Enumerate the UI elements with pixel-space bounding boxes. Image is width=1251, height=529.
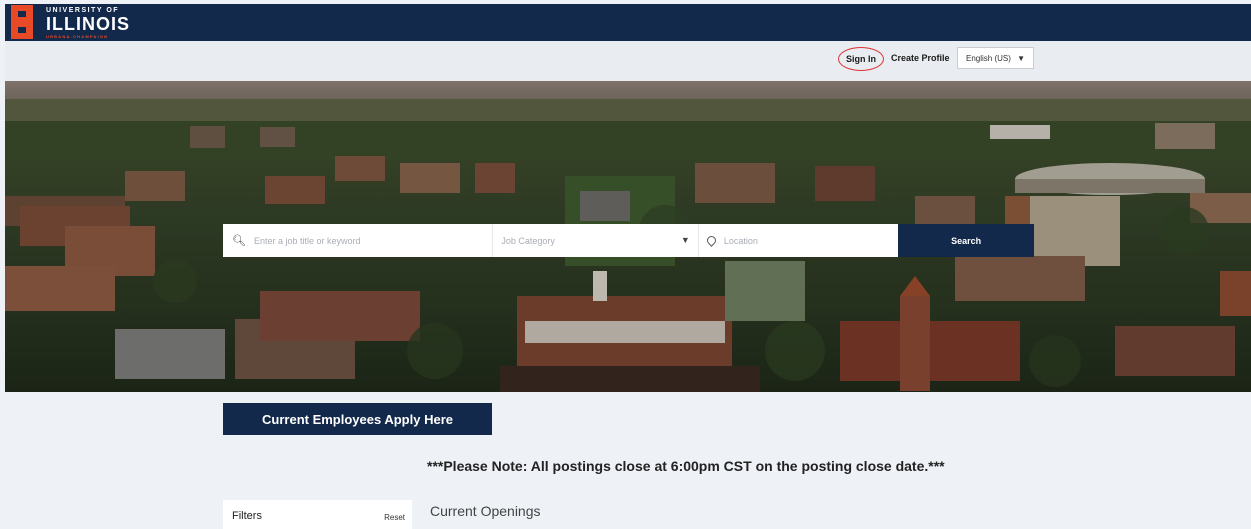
utility-bar: [5, 41, 1251, 81]
location-input[interactable]: Location: [699, 224, 899, 257]
job-category-select[interactable]: Job Category ▼: [493, 224, 699, 257]
search-button[interactable]: Search: [898, 224, 1034, 257]
chevron-down-icon: ▼: [1017, 54, 1025, 63]
language-select[interactable]: English (US) ▼: [957, 47, 1034, 69]
filters-title: Filters: [232, 510, 262, 522]
category-placeholder: Job Category: [501, 235, 555, 246]
sign-in-link[interactable]: Sign In: [838, 47, 884, 71]
filters-panel: Filters Reset: [223, 500, 412, 529]
logo-line3: URBANA-CHAMPAIGN: [46, 34, 109, 39]
create-profile-link[interactable]: Create Profile: [891, 53, 950, 63]
university-logo[interactable]: UNIVERSITY OF ILLINOIS URBANA-CHAMPAIGN: [11, 4, 130, 41]
logo-wordmark: UNIVERSITY OF ILLINOIS URBANA-CHAMPAIGN: [46, 4, 130, 39]
keyword-search-input[interactable]: 🔍︎ Enter a job title or keyword: [223, 224, 494, 257]
keyword-placeholder: Enter a job title or keyword: [253, 235, 361, 246]
language-value: English (US): [966, 53, 1011, 63]
reset-filters-link[interactable]: Reset: [384, 513, 405, 522]
posting-close-notice: ***Please Note: All postings close at 6:…: [427, 458, 945, 474]
logo-line1: UNIVERSITY OF: [46, 7, 120, 14]
chevron-down-icon: ▼: [680, 235, 690, 245]
top-header: UNIVERSITY OF ILLINOIS URBANA-CHAMPAIGN: [5, 4, 1251, 41]
current-openings-heading: Current Openings: [430, 503, 541, 519]
location-pin-icon: [704, 234, 718, 247]
job-search-bar: 🔍︎ Enter a job title or keyword Job Cate…: [223, 224, 1034, 257]
block-i-icon: [11, 5, 33, 39]
current-employees-apply-button[interactable]: Current Employees Apply Here: [223, 403, 492, 435]
logo-line2: ILLINOIS: [46, 14, 130, 34]
location-placeholder: Location: [723, 235, 758, 246]
search-icon: 🔍︎: [232, 235, 246, 247]
